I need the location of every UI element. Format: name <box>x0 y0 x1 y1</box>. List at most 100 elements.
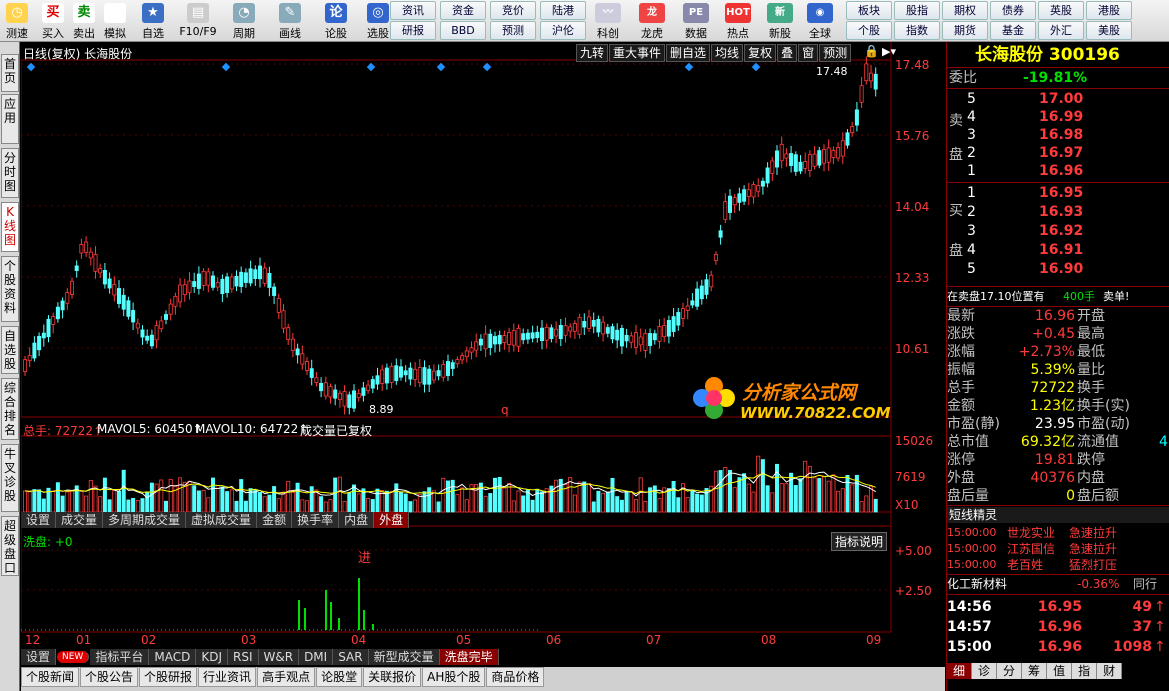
toolbar-dragon-button[interactable]: 龙龙虎 <box>632 0 672 42</box>
candle-body <box>121 294 126 310</box>
sidebar-tab[interactable]: 个股资料 <box>1 256 19 322</box>
toolbar-keyan-button[interactable]: 〰科创 <box>588 0 628 42</box>
toolbar-star-button[interactable]: ★ 自选 <box>138 0 168 42</box>
candle-body <box>295 348 300 356</box>
quote-tab[interactable]: 诊 <box>972 663 998 679</box>
toolbar-data-button[interactable]: PE 数据 <box>676 0 716 42</box>
quote-tab[interactable]: 分 <box>997 663 1023 679</box>
toolbar-market-button[interactable]: 债券 <box>990 1 1036 20</box>
candle-body <box>384 367 389 384</box>
toolbar-market-button[interactable]: 英股 <box>1038 1 1084 20</box>
candle-body <box>507 332 512 345</box>
chart-button[interactable]: 叠 <box>777 44 798 62</box>
indicator-tab[interactable]: W&R <box>258 649 300 665</box>
toolbar-market-button[interactable]: 期权 <box>942 1 988 20</box>
toolbar-globe-button[interactable]: ◉ 全球 <box>800 0 840 42</box>
chart-arrows-icon[interactable]: ▶▾ <box>882 45 896 58</box>
toolbar-market-button[interactable]: 外汇 <box>1038 21 1084 40</box>
toolbar-grid-button[interactable]: BBD <box>440 21 486 40</box>
chart-button[interactable]: 重大事件 <box>609 44 666 62</box>
volume-tab[interactable]: 多周期成交量 <box>103 512 187 528</box>
toolbar-period-button[interactable]: ◔ 周期 <box>222 0 266 42</box>
info-tab[interactable]: AH股个股 <box>422 667 486 687</box>
info-tab[interactable]: 商品价格 <box>486 667 545 687</box>
toolbar-buy-button[interactable]: 买买入 <box>38 0 68 42</box>
info-tab[interactable]: 个股研报 <box>139 667 198 687</box>
toolbar-market-button[interactable]: 指数 <box>894 21 940 40</box>
volume-bar <box>869 485 874 513</box>
volume-tab[interactable]: 金额 <box>257 512 293 528</box>
sidebar-tab[interactable]: 自选股 <box>1 326 19 374</box>
toolbar-grid-button[interactable]: 沪伦 <box>540 21 586 40</box>
kline-chart-area[interactable]: 17.48 15.76 14.04 12.33 10.61 15026 7619 X10 +5.… <box>20 42 945 648</box>
sidebar-tab[interactable]: 分时图 <box>1 148 19 198</box>
volume-tab[interactable]: 外盘 <box>374 512 410 528</box>
toolbar-grid-button[interactable]: 竞价 <box>490 1 536 20</box>
chart-button[interactable]: 预测 <box>819 44 852 62</box>
chart-button[interactable]: 复权 <box>744 44 777 62</box>
quote-tab[interactable]: 值 <box>1047 663 1073 679</box>
quote-tab[interactable]: 筹 <box>1022 663 1048 679</box>
sidebar-tab[interactable]: 牛叉诊股 <box>1 444 19 512</box>
toolbar-pen-button[interactable]: ✎ 画线 <box>268 0 312 42</box>
toolbar-market-button[interactable]: 板块 <box>846 1 892 20</box>
high-price-label: 17.48 <box>816 65 848 78</box>
toolbar-newstock-button[interactable]: 新新股 <box>760 0 800 42</box>
info-tab[interactable]: 高手观点 <box>257 667 316 687</box>
volume-tab[interactable]: 换手率 <box>292 512 340 528</box>
indicator-tab[interactable]: RSI <box>228 649 259 665</box>
toolbar-grid-button[interactable]: 陆港 <box>540 1 586 20</box>
toolbar-grid-button[interactable]: 研报 <box>390 21 436 40</box>
quote-tab[interactable]: 财 <box>1097 663 1123 679</box>
toolbar-hot-button[interactable]: HOT 热点 <box>718 0 758 42</box>
toolbar-clock-button[interactable]: ◷ 测速 <box>2 0 32 42</box>
indicator-tab[interactable]: KDJ <box>196 649 228 665</box>
volume-tab[interactable]: 成交量 <box>56 512 104 528</box>
kline-chart[interactable]: 17.48 15.76 14.04 12.33 10.61 15026 7619 X10 +5.… <box>20 42 945 648</box>
quote-tab[interactable]: 指 <box>1072 663 1098 679</box>
sidebar-tab[interactable]: 综合排名 <box>1 378 19 440</box>
toolbar-grid-button[interactable]: 预测 <box>490 21 536 40</box>
sidebar-tab[interactable]: 首页 <box>1 54 19 92</box>
sidebar-tab[interactable]: K线图 <box>1 202 19 252</box>
toolbar-market-button[interactable]: 美股 <box>1086 21 1132 40</box>
chart-button[interactable]: 删自选 <box>666 44 711 62</box>
toolbar-forum-button[interactable]: 论论股 <box>314 0 358 42</box>
toolbar-market-button[interactable]: 个股 <box>846 21 892 40</box>
volume-tab[interactable]: 虚拟成交量 <box>186 512 258 528</box>
info-tab[interactable]: 关联报价 <box>363 667 422 687</box>
indicator-tab[interactable]: NEW <box>57 651 90 663</box>
info-tab[interactable]: 个股新闻 <box>21 667 80 687</box>
indicator-tab[interactable]: 设置 <box>21 649 57 665</box>
toolbar-sell-button[interactable]: 卖卖出 <box>69 0 99 42</box>
indicator-tab[interactable]: 洗盘完毕 <box>439 649 499 665</box>
indicator-tab[interactable]: 新型成交量 <box>368 649 440 665</box>
quote-tab[interactable]: 细 <box>947 663 973 679</box>
lock-icon[interactable]: 🔒 <box>864 44 879 58</box>
toolbar-hammer-button[interactable]: ⚒ 模拟 <box>100 0 130 42</box>
indicator-tab[interactable]: SAR <box>333 649 369 665</box>
info-tab[interactable]: 行业资讯 <box>198 667 257 687</box>
chart-button[interactable]: 窗 <box>798 44 819 62</box>
volume-tick-label: X10 <box>895 498 919 512</box>
info-tab[interactable]: 论股堂 <box>316 667 363 687</box>
toolbar-grid-button[interactable]: 资金 <box>440 1 486 20</box>
toolbar-grid-button[interactable]: 资讯 <box>390 1 436 20</box>
toolbar-market-button[interactable]: 期货 <box>942 21 988 40</box>
info-tab[interactable]: 个股公告 <box>80 667 139 687</box>
indicator-tab[interactable]: MACD <box>149 649 197 665</box>
toolbar-market-button[interactable]: 港股 <box>1086 1 1132 20</box>
sidebar-tab[interactable]: 超级盘口 <box>1 516 19 576</box>
toolbar-f10-button[interactable]: ▤ F10/F9 <box>176 0 220 42</box>
candle-body <box>239 271 244 288</box>
chart-button[interactable]: 九转 <box>576 44 609 62</box>
toolbar-market-button[interactable]: 基金 <box>990 21 1036 40</box>
sidebar-tab[interactable]: 应用 <box>1 94 19 144</box>
indicator-tab[interactable]: DMI <box>299 649 334 665</box>
volume-tab[interactable]: 内盘 <box>339 512 375 528</box>
indicator-help-button[interactable]: 指标说明 <box>831 532 888 551</box>
toolbar-market-button[interactable]: 股指 <box>894 1 940 20</box>
volume-tab[interactable]: 设置 <box>21 512 57 528</box>
indicator-tab[interactable]: 指标平台 <box>90 649 150 665</box>
chart-button[interactable]: 均线 <box>711 44 744 62</box>
